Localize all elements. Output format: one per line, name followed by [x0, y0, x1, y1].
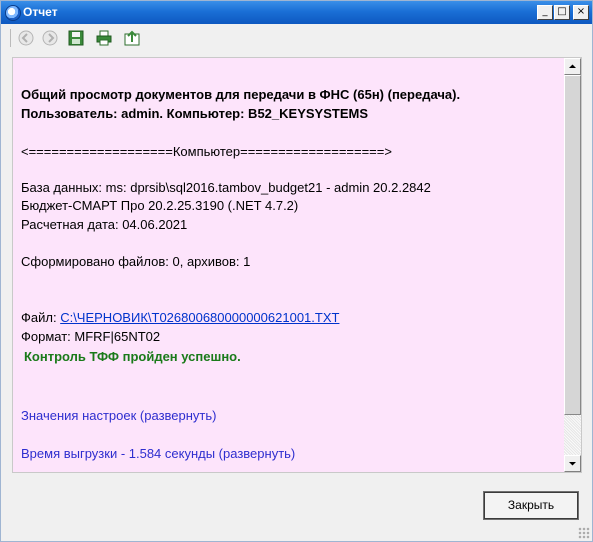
file-line: Файл: C:\ЧЕРНОВИК\T026800680000000621001…	[21, 310, 339, 325]
format-info: Формат: MFRF|65NT02	[21, 329, 161, 344]
control-success-message: Контроль ТФФ пройден успешно.	[24, 349, 241, 364]
close-window-button[interactable]: ×	[573, 5, 589, 20]
upload-time-expand-link[interactable]: Время выгрузки - 1.584 секунды (разверну…	[21, 446, 295, 461]
computer-divider: <===================Компьютер===========…	[21, 144, 392, 159]
export-icon[interactable]	[123, 29, 141, 47]
report-view[interactable]: Общий просмотр документов для передачи в…	[12, 57, 582, 473]
print-icon[interactable]	[95, 29, 113, 47]
resize-grip-icon[interactable]	[578, 527, 590, 539]
report-window: Отчет _ □ × Общий просмотр документов дл…	[0, 0, 593, 542]
close-button[interactable]: Закрыть	[483, 491, 579, 520]
app-icon	[5, 5, 21, 21]
minimize-button[interactable]: _	[537, 5, 553, 20]
calc-date: Расчетная дата: 04.06.2021	[21, 217, 188, 232]
title-bar[interactable]: Отчет _ □ ×	[1, 1, 592, 24]
toolbar-separator	[10, 29, 11, 47]
settings-expand-link[interactable]: Значения настроек (развернуть)	[21, 408, 216, 423]
scroll-track[interactable]	[564, 415, 581, 455]
scroll-down-button[interactable]	[564, 455, 581, 472]
toolbar	[1, 25, 592, 51]
report-heading-line2: Пользователь: admin. Компьютер: B52_KEYS…	[21, 106, 368, 121]
files-summary: Сформировано файлов: 0, архивов: 1	[21, 254, 251, 269]
file-label: Файл:	[21, 310, 61, 325]
window-title: Отчет	[23, 5, 58, 19]
scroll-up-button[interactable]	[564, 58, 581, 75]
report-heading-line1: Общий просмотр документов для передачи в…	[21, 87, 461, 102]
forward-icon[interactable]	[41, 29, 59, 47]
scroll-thumb[interactable]	[564, 75, 581, 415]
save-icon[interactable]	[67, 29, 85, 47]
maximize-button[interactable]: □	[554, 5, 570, 20]
file-link[interactable]: C:\ЧЕРНОВИК\T026800680000000621001.TXT	[60, 310, 339, 325]
database-info: База данных: ms: dprsib\sql2016.tambov_b…	[21, 180, 431, 195]
back-icon[interactable]	[17, 29, 35, 47]
product-version: Бюджет-СМАРТ Про 20.2.25.3190 (.NET 4.7.…	[21, 198, 299, 213]
vertical-scrollbar[interactable]	[564, 58, 581, 472]
